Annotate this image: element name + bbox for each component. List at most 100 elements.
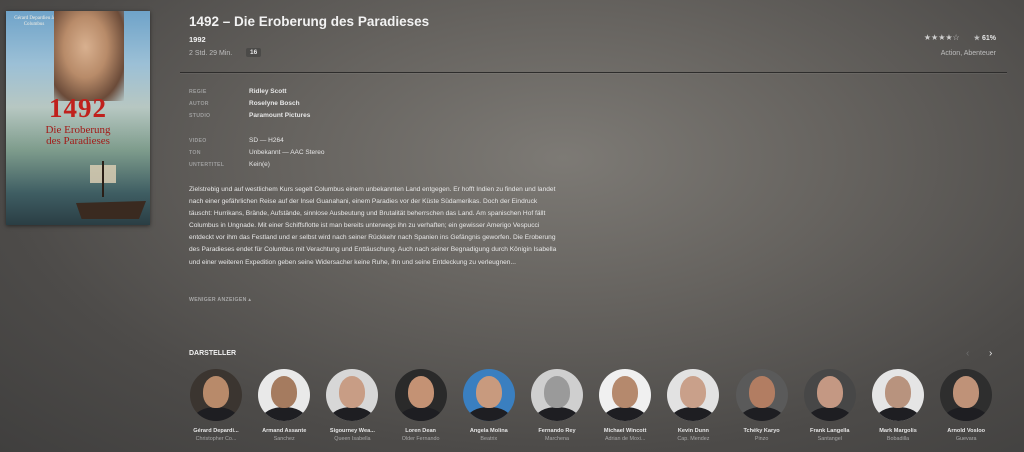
avatar-body [262,407,307,421]
cast-avatar[interactable] [531,369,583,421]
movie-poster[interactable]: Gérard Depardieu à Columbus 1492 Die Ero… [6,11,150,225]
rating-area: ★★★★☆ ★ 61% [924,33,996,42]
avatar-body [807,407,852,421]
cast-member[interactable]: Ángela Molina Beatrix [457,369,521,442]
avatar-head [544,376,570,408]
genres: Action, Abenteuer [940,50,996,57]
avatar-body [944,407,989,421]
meta-value[interactable]: Paramount Pictures [249,112,310,119]
avatar-body [739,407,784,421]
cast-role: Pinzo [754,436,769,442]
poster-year: 1492 [49,93,107,123]
cast-avatar[interactable] [735,369,788,421]
poster-subtitle: Die Eroberung des Paradieses [6,125,150,147]
cast-name: Sigourney Wea... [329,428,375,434]
avatar-head [271,376,298,408]
avatar-head [203,376,229,408]
cast-avatar[interactable] [667,369,720,421]
meta-value[interactable]: Unbekannt — AAC Stereo [249,149,325,156]
poster-subtitle-line2: des Paradieses [46,135,110,147]
cast-avatar[interactable] [462,369,515,421]
cast-avatar[interactable] [394,369,447,421]
cast-heading: DARSTELLER [189,350,237,357]
cast-list: Gérard Depardi... Christopher Co... Armand… [184,369,1014,452]
cast-member[interactable]: Gérard Depardi... Christopher Co... [184,369,248,442]
audience-score-value: 61% [981,34,996,42]
meta-label: TON [189,150,201,156]
show-less-link[interactable]: WENIGER ANZEIGEN ▴ [189,297,251,303]
cast-member[interactable]: Frank Langella Santangel [798,369,862,442]
star-icon: ★ [973,34,980,42]
cast-member[interactable]: Armand Assante Sanchez [252,369,316,442]
avatar-body [876,407,920,421]
cast-role: Beatrix [480,436,498,442]
cast-role: Marchena [545,436,569,442]
cast-avatar[interactable] [872,369,924,421]
meta-label: REGIE [189,89,207,95]
cast-member[interactable]: Loren Dean Older Fernando [389,369,453,442]
avatar-head [748,376,775,408]
meta-label: STUDIO [189,113,211,119]
avatar-head [475,376,502,408]
meta-value[interactable]: Roselyne Bosch [249,100,300,107]
meta-value[interactable]: Kein(e) [249,161,270,168]
movie-title: 1492 – Die Eroberung des Paradieses [189,14,430,29]
cast-member[interactable]: Arnold Vosloo Guevara [934,369,998,442]
cast-role: Older Fernando [401,436,440,442]
cast-avatar[interactable] [326,369,379,421]
meta-label: UNTERTITEL [189,162,225,168]
cast-avatar[interactable] [258,369,311,421]
cast-role: Sanchez [273,436,295,442]
cast-member[interactable]: Sigourney Wea... Queen Isabella [320,369,384,442]
cast-name: Fernando Rey [538,428,576,434]
cast-member[interactable]: Fernando Rey Marchena [525,369,589,442]
avatar-body [535,407,579,421]
cast-member[interactable]: Mark Margolis Bobadilla [866,369,930,442]
avatar-body [194,407,238,421]
avatar-head [407,376,434,408]
cast-name: Loren Dean [405,428,436,434]
plot-summary: Zielstrebig und auf westlichem Kurs sege… [189,186,557,266]
avatar-body [330,407,375,421]
cast-role: Santangel [817,436,842,442]
cast-next-arrow-icon[interactable]: › [989,348,992,359]
poster-mast [102,161,104,197]
cast-name: Armand Assante [262,428,307,434]
avatar-head [816,376,843,408]
cast-role: Adrian de Moxi... [604,436,646,442]
cast-member[interactable]: Tchéky Karyo Pinzo [730,369,794,442]
cast-name: Tchéky Karyo [743,428,780,434]
cast-name: Gérard Depardi... [193,428,239,434]
cast-member[interactable]: Kevin Dunn Cap. Mendez [661,369,725,442]
meta-value[interactable]: Ridley Scott [249,88,287,95]
avatar-body [603,407,648,421]
cast-role: Guevara [955,436,977,442]
star-rating[interactable]: ★★★★☆ [924,33,960,42]
cast-avatar[interactable] [940,369,993,421]
cast-member[interactable]: Michael Wincott Adrian de Moxi... [593,369,657,442]
audience-score: ★ 61% [974,34,996,42]
movie-year: 1992 [189,35,206,44]
cast-avatar[interactable] [190,369,242,421]
avatar-head [680,376,707,408]
header-divider [180,72,1007,73]
cast-name: Mark Margolis [879,428,917,434]
avatar-head [612,376,639,408]
cast-prev-arrow-icon[interactable]: ‹ [966,348,969,359]
meta-label: VIDEO [189,138,207,144]
movie-duration: 2 Std. 29 Min. [189,50,233,57]
avatar-body [466,407,511,421]
age-rating-badge: 16 [246,48,262,57]
cast-name: Arnold Vosloo [947,428,986,434]
avatar-body [398,407,443,421]
cast-name: Ángela Molina [469,428,508,434]
meta-label: AUTOR [189,101,209,107]
avatar-head [885,376,911,408]
poster-portrait [54,11,124,101]
meta-value: SD — H264 [249,137,284,144]
cast-role: Christopher Co... [195,436,237,442]
cast-avatar[interactable] [599,369,652,421]
avatar-head [953,376,980,408]
cast-avatar[interactable] [803,369,856,421]
avatar-body [671,407,716,421]
